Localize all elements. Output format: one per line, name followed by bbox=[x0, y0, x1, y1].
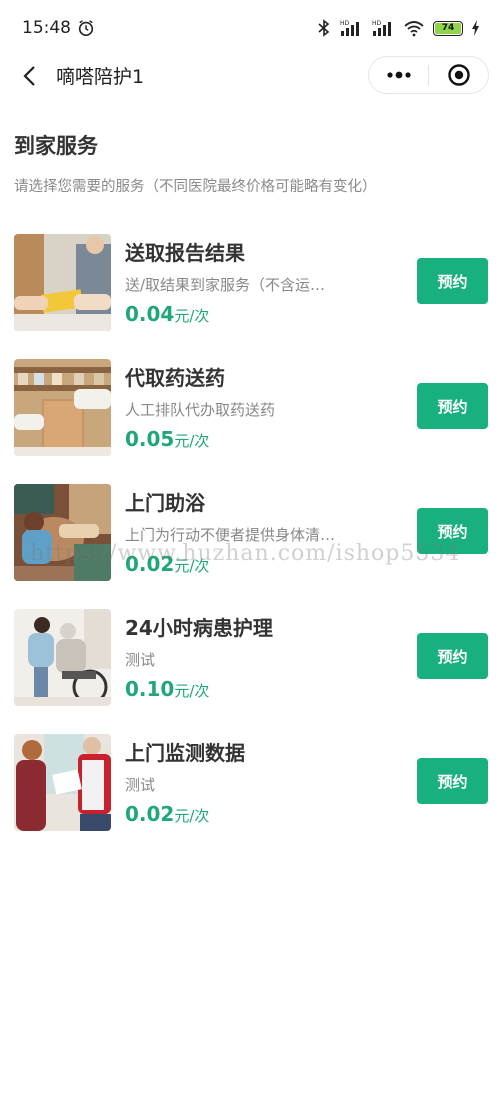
battery-icon: 74 bbox=[433, 20, 463, 36]
service-price: 0.04元/次 bbox=[125, 302, 209, 326]
price-value: 0.10 bbox=[125, 677, 175, 701]
service-item[interactable]: 送取报告结果 送/取结果到家服务（不含运… 0.04元/次 预约 bbox=[0, 232, 500, 357]
bathing-assist-photo bbox=[14, 484, 111, 581]
more-button[interactable] bbox=[369, 57, 428, 93]
bluetooth-icon bbox=[318, 19, 330, 37]
service-price: 0.02元/次 bbox=[125, 552, 209, 576]
patient-care-photo bbox=[14, 609, 111, 706]
medicine-pickup-photo bbox=[14, 359, 111, 456]
back-button[interactable] bbox=[16, 60, 42, 92]
service-price: 0.10元/次 bbox=[125, 677, 209, 701]
back-chevron-icon bbox=[23, 66, 35, 86]
charging-icon bbox=[472, 20, 479, 36]
wifi-icon bbox=[404, 21, 424, 37]
service-item[interactable]: 代取药送药 人工排队代办取药送药 0.05元/次 预约 bbox=[0, 357, 500, 482]
book-button[interactable]: 预约 bbox=[417, 383, 488, 429]
price-value: 0.02 bbox=[125, 552, 175, 576]
page-title: 嘀嗒陪护1 bbox=[56, 66, 145, 88]
service-price: 0.02元/次 bbox=[125, 802, 209, 826]
book-button[interactable]: 预约 bbox=[417, 758, 488, 804]
service-desc: 送/取结果到家服务（不含运… bbox=[125, 276, 326, 294]
more-dots-icon bbox=[386, 71, 411, 79]
service-desc: 测试 bbox=[125, 776, 156, 794]
home-monitoring-photo bbox=[14, 734, 111, 831]
service-item[interactable]: 24小时病患护理 测试 0.10元/次 预约 bbox=[0, 607, 500, 732]
close-button[interactable] bbox=[429, 57, 488, 93]
section-subtitle: 请选择您需要的服务（不同医院最终价格可能略有变化） bbox=[14, 179, 377, 195]
service-list: 送取报告结果 送/取结果到家服务（不含运… 0.04元/次 预约 代取药送药 人… bbox=[0, 232, 500, 857]
price-unit: 元/次 bbox=[174, 307, 210, 325]
price-unit: 元/次 bbox=[174, 807, 210, 825]
signal-hd-icon: HD bbox=[372, 20, 391, 36]
service-desc: 测试 bbox=[125, 651, 156, 669]
svg-text:HD: HD bbox=[340, 20, 350, 27]
status-icons: HD HD 74 bbox=[317, 19, 480, 37]
service-title: 送取报告结果 bbox=[125, 241, 245, 265]
service-item[interactable]: 上门监测数据 测试 0.02元/次 预约 bbox=[0, 732, 500, 857]
service-item[interactable]: 上门助浴 上门为行动不便者提供身体清… 0.02元/次 预约 bbox=[0, 482, 500, 607]
alarm-icon bbox=[78, 20, 94, 37]
target-circle-icon bbox=[447, 64, 470, 86]
book-button[interactable]: 预约 bbox=[417, 258, 488, 304]
signal-hd-icon: HD bbox=[340, 20, 359, 36]
service-price: 0.05元/次 bbox=[125, 427, 209, 451]
price-value: 0.04 bbox=[125, 302, 175, 326]
service-desc: 上门为行动不便者提供身体清… bbox=[125, 526, 336, 544]
report-delivery-photo bbox=[14, 234, 111, 331]
service-title: 代取药送药 bbox=[125, 366, 225, 390]
service-title: 上门监测数据 bbox=[125, 741, 245, 765]
price-unit: 元/次 bbox=[174, 682, 210, 700]
battery-level: 74 bbox=[435, 22, 461, 34]
book-button[interactable]: 预约 bbox=[417, 508, 488, 554]
price-unit: 元/次 bbox=[174, 557, 210, 575]
price-unit: 元/次 bbox=[174, 432, 210, 450]
section-title: 到家服务 bbox=[14, 134, 98, 158]
service-title: 24小时病患护理 bbox=[125, 616, 273, 640]
price-value: 0.05 bbox=[125, 427, 175, 451]
price-value: 0.02 bbox=[125, 802, 175, 826]
nav-bar: 嘀嗒陪护1 bbox=[0, 56, 500, 96]
svg-text:HD: HD bbox=[372, 20, 382, 27]
mini-program-capsule bbox=[368, 56, 489, 94]
book-button[interactable]: 预约 bbox=[417, 633, 488, 679]
status-time: 15:48 bbox=[22, 18, 71, 38]
service-title: 上门助浴 bbox=[125, 491, 205, 515]
service-desc: 人工排队代办取药送药 bbox=[125, 401, 276, 419]
status-bar: 15:48 HD HD 74 bbox=[0, 0, 500, 56]
